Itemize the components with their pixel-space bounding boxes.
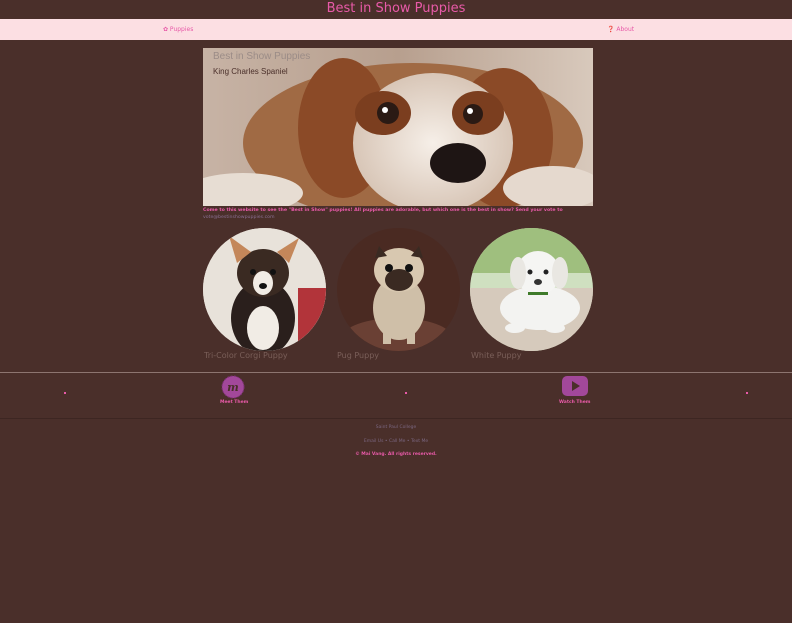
nav-about-link[interactable]: ❓ About: [607, 19, 634, 40]
corgi-puppy-photo: [203, 228, 326, 351]
hero-banner: Best in Show Puppies King Charles Spanie…: [203, 48, 593, 206]
site-title: Best in Show Puppies: [326, 1, 466, 16]
puppy-caption-pug: Pug Puppy: [337, 351, 380, 360]
hero-subtitle: King Charles Spaniel: [213, 67, 288, 76]
meet-them-link[interactable]: Meet Them: [220, 400, 248, 405]
puppy-caption-corgi: Tri-Color Corgi Puppy: [204, 351, 288, 360]
footer-dot: [746, 392, 748, 394]
footer-copyright: © Mai Vang. All rights reserved.: [355, 452, 437, 457]
footer-contact-links[interactable]: Email Us • Call Me • Text Me: [0, 439, 792, 444]
svg-text:m: m: [227, 381, 239, 394]
vote-email-link[interactable]: vote@bestinshowpuppies.com: [203, 215, 275, 220]
youtube-icon[interactable]: [561, 375, 589, 401]
navbar: ✿ Puppies ❓ About: [0, 19, 792, 40]
footer-divider-bottom: [0, 418, 792, 419]
nav-puppies-link[interactable]: ✿ Puppies: [163, 19, 193, 40]
white-puppy-photo: [470, 228, 593, 351]
hero-title: Best in Show Puppies: [213, 51, 311, 62]
watch-them-link[interactable]: Watch Them: [559, 400, 590, 405]
footer-school: Saint Paul College: [375, 425, 417, 430]
puppy-caption-white: White Puppy: [471, 351, 522, 360]
intro-paragraph: Come to this website to see the "Best in…: [203, 207, 593, 221]
footer-dot: [405, 392, 407, 394]
footer-dot: [64, 392, 66, 394]
footer-divider-top: [0, 372, 792, 373]
meetup-icon[interactable]: m: [221, 375, 245, 403]
intro-text: Come to this website to see the "Best in…: [203, 208, 563, 213]
pug-puppy-photo: [337, 228, 460, 351]
